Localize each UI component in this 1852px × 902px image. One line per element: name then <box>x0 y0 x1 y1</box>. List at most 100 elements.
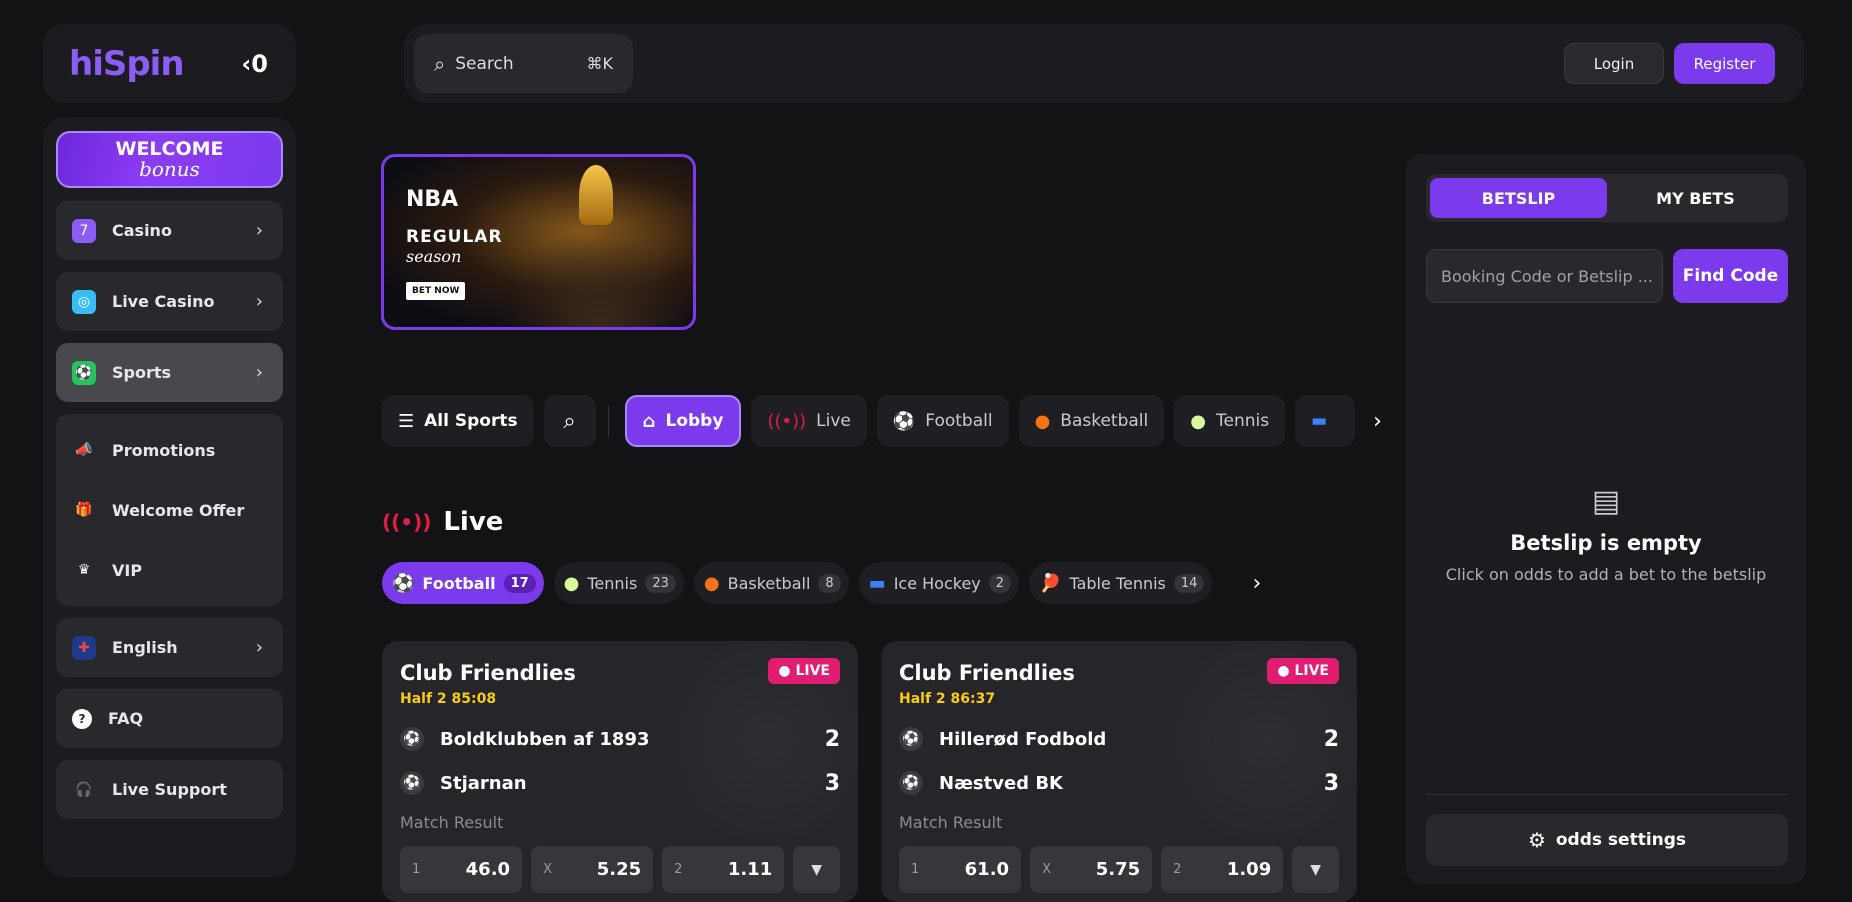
more-markets-button[interactable]: ▼ <box>1292 846 1340 893</box>
team-logo-icon: ⚽ <box>400 727 424 751</box>
team-score: 2 <box>1323 726 1339 752</box>
live-tab-basketball[interactable]: ● Basketball 8 <box>693 562 849 604</box>
odd-label: 1 <box>412 862 421 877</box>
home-team: ⚽ Hillerød Fodbold 2 <box>899 717 1339 761</box>
odd-button-draw[interactable]: X 5.25 <box>531 846 654 893</box>
language-selector[interactable]: ✚ English › <box>56 618 283 677</box>
booking-code-input[interactable]: Booking Code or Betslip ... <box>1426 249 1663 303</box>
tab-tennis[interactable]: ● Tennis <box>1174 395 1286 447</box>
odds-settings-button[interactable]: ⚙ odds settings <box>1426 814 1788 866</box>
live-tab-label: Football <box>422 573 496 593</box>
match-card[interactable]: Club Friendlies Half 2 85:08 ● LIVE ⚽ Bo… <box>382 641 858 902</box>
search-button[interactable]: ⌕ Search ⌘K <box>414 34 633 93</box>
live-sport-tabs: ⚽ Football 17 ● Tennis 23 ● Basketball 8… <box>382 562 1261 604</box>
tab-lobby[interactable]: ⌂ Lobby <box>624 395 742 447</box>
sidebar-item-label: Sports <box>112 363 172 382</box>
odd-button-away[interactable]: 2 1.11 <box>662 846 785 893</box>
sidebar-item-casino[interactable]: 7 Casino › <box>56 201 283 260</box>
sidebar-item-faq[interactable]: ? FAQ <box>56 689 283 748</box>
sidebar-item-label: Welcome Offer <box>112 500 245 520</box>
live-tab-ice-hockey[interactable]: ▬ Ice Hockey 2 <box>858 562 1020 604</box>
sidebar-item-sports[interactable]: ⚽ Sports › <box>56 343 283 402</box>
sidebar-item-live-support[interactable]: 🎧 Live Support <box>56 760 283 819</box>
live-tab-count: 23 <box>645 573 676 593</box>
tab-football[interactable]: ⚽ Football <box>876 395 1009 447</box>
odds-row: 1 46.0 X 5.25 2 1.11 ▼ <box>400 846 841 893</box>
tab-my-bets[interactable]: MY BETS <box>1607 178 1784 218</box>
scroll-right-icon[interactable]: › <box>1252 571 1261 596</box>
odd-button-draw[interactable]: X 5.75 <box>1030 846 1153 893</box>
odd-button-home[interactable]: 1 61.0 <box>899 846 1022 893</box>
hockey-puck-icon: ▬ <box>1311 411 1328 431</box>
tab-label: Basketball <box>1060 411 1149 431</box>
register-button[interactable]: Register <box>1674 43 1775 84</box>
nba-promo-banner[interactable]: NBA REGULAR season BET NOW <box>381 154 696 330</box>
empty-subtitle: Click on odds to add a bet to the betsli… <box>1445 565 1767 584</box>
tab-label: Football <box>925 411 993 431</box>
sidebar-item-promotions[interactable]: 📣 Promotions <box>56 420 283 480</box>
away-team: ⚽ Næstved BK 3 <box>899 761 1339 805</box>
live-signal-icon: ((•)) <box>382 510 432 534</box>
welcome-bonus-line2: bonus <box>139 157 200 181</box>
hispin-logo[interactable]: hiSpin <box>69 44 185 84</box>
live-badge: ● LIVE <box>1267 658 1339 684</box>
odds-row: 1 61.0 X 5.75 2 1.09 ▼ <box>899 846 1340 893</box>
live-badge: ● LIVE <box>768 658 840 684</box>
away-team: ⚽ Stjarnan 3 <box>400 761 840 805</box>
tab-basketball[interactable]: ● Basketball <box>1018 395 1165 447</box>
search-shortcut: ⌘K <box>586 54 614 73</box>
find-code-button[interactable]: Find Code <box>1673 249 1788 303</box>
more-markets-button[interactable]: ▼ <box>793 846 841 893</box>
betslip-panel: BETSLIP MY BETS Booking Code or Betslip … <box>1406 154 1806 884</box>
collapse-sidebar-icon[interactable]: ‹0 <box>241 50 268 78</box>
odds-settings-label: odds settings <box>1555 830 1687 850</box>
odd-button-away[interactable]: 2 1.09 <box>1161 846 1284 893</box>
basketball-icon: ● <box>703 572 720 594</box>
logo-box: hiSpin ‹0 <box>43 24 296 103</box>
team-score: 3 <box>1323 770 1339 796</box>
chevron-down-icon: ▼ <box>1310 861 1322 878</box>
receipt-icon: ▤ <box>1591 484 1621 519</box>
divider <box>607 405 609 437</box>
odd-value: 1.09 <box>1226 859 1272 880</box>
odd-label: 1 <box>911 862 920 877</box>
login-button[interactable]: Login <box>1564 43 1664 84</box>
live-badge-label: LIVE <box>1294 663 1329 679</box>
match-time: Half 2 86:37 <box>899 691 996 707</box>
tab-label: Lobby <box>665 411 724 431</box>
sidebar-item-label: Live Casino <box>112 292 215 311</box>
tab-betslip[interactable]: BETSLIP <box>1430 178 1607 218</box>
sport-nav-bar: ☰ All Sports ⌕ ⌂ Lobby ((•)) Live ⚽ Foot… <box>382 395 1382 447</box>
live-support-label: Live Support <box>112 780 227 799</box>
team-logo-icon: ⚽ <box>899 727 923 751</box>
bet-now-button[interactable]: BET NOW <box>406 282 466 300</box>
sport-search-button[interactable]: ⌕ <box>543 395 596 447</box>
market-name: Match Result <box>899 813 1003 832</box>
all-sports-button[interactable]: ☰ All Sports <box>382 395 534 447</box>
tab-label: Tennis <box>1215 411 1270 431</box>
sidebar-item-vip[interactable]: ♛ VIP <box>56 540 283 600</box>
odd-value: 46.0 <box>465 859 511 880</box>
odd-button-home[interactable]: 1 46.0 <box>400 846 523 893</box>
headset-icon: 🎧 <box>75 781 93 798</box>
scroll-right-icon[interactable]: › <box>1373 409 1382 434</box>
megaphone-icon: 📣 <box>75 442 93 458</box>
welcome-bonus-banner[interactable]: WELCOME bonus <box>56 131 283 188</box>
tab-ice-hockey-partial[interactable]: ▬ <box>1295 395 1356 447</box>
live-tab-count: 8 <box>818 573 841 593</box>
sidebar-item-live-casino[interactable]: ◎ Live Casino › <box>56 272 283 331</box>
home-icon: ⌂ <box>642 410 656 432</box>
live-tab-table-tennis[interactable]: 🏓 Table Tennis 14 <box>1029 562 1213 604</box>
nba-logo: NBA <box>406 187 459 212</box>
search-icon: ⌕ <box>434 51 446 76</box>
tab-live[interactable]: ((•)) Live <box>751 395 867 447</box>
live-tab-tennis[interactable]: ● Tennis 23 <box>553 562 684 604</box>
sidebar: WELCOME bonus 7 Casino › ◎ Live Casino ›… <box>43 117 296 877</box>
match-time: Half 2 85:08 <box>400 691 497 707</box>
sidebar-group: 📣 Promotions 🎁 Welcome Offer ♛ VIP <box>56 414 283 606</box>
sidebar-item-welcome-offer[interactable]: 🎁 Welcome Offer <box>56 480 283 540</box>
sidebar-item-label: VIP <box>112 560 143 580</box>
match-card[interactable]: Club Friendlies Half 2 86:37 ● LIVE ⚽ Hi… <box>881 641 1357 902</box>
live-tab-football[interactable]: ⚽ Football 17 <box>382 562 544 604</box>
live-tab-label: Ice Hockey <box>893 573 981 593</box>
